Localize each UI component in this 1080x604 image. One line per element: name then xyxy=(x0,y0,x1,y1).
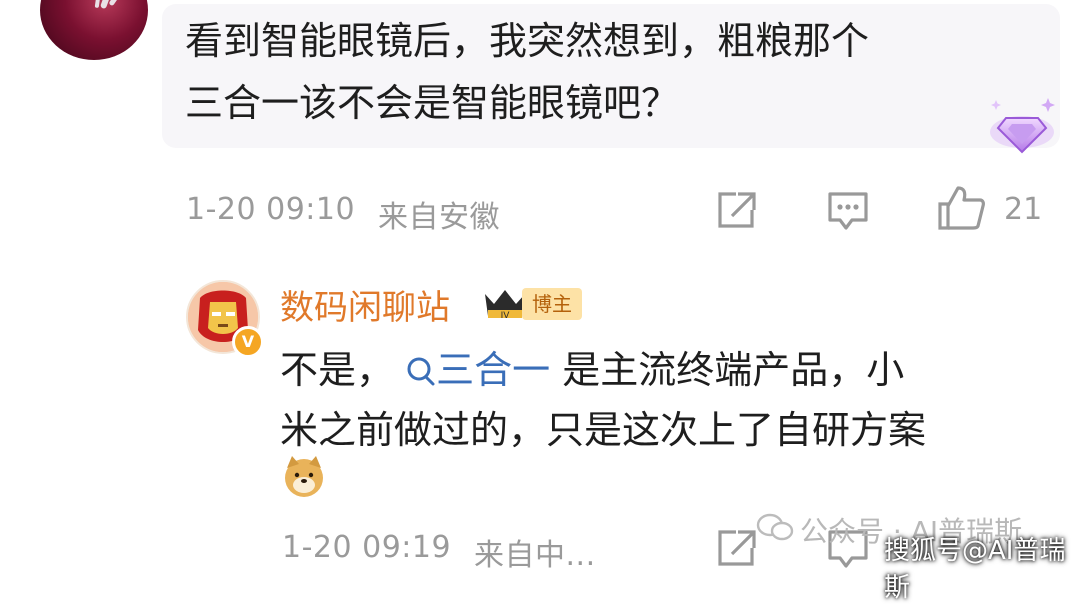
comment-timestamp: 1-20 09:10 xyxy=(186,192,356,227)
like-count: 21 xyxy=(1004,192,1043,227)
comment-text-line-2: 三合一该不会是智能眼镜吧？ xyxy=(185,81,680,125)
blogger-tag: 博主 xyxy=(522,288,582,320)
svg-text:IV: IV xyxy=(501,311,511,321)
reply-suffix: 是主流终端产品，小 xyxy=(562,348,905,392)
reply-location: 来自中... xyxy=(474,538,596,573)
reply-prefix: 不是， xyxy=(280,348,395,392)
replier-username[interactable]: 数码闲聊站 xyxy=(280,280,450,329)
search-icon xyxy=(407,357,435,386)
reply-share-icon[interactable] xyxy=(714,528,758,568)
gem-badge-icon xyxy=(990,98,1055,154)
comment-icon[interactable] xyxy=(826,190,870,232)
reply-text-line-2: 米之前做过的，只是这次上了自研方案 xyxy=(280,408,927,452)
topic-link-text: 三合一 xyxy=(436,348,551,392)
verified-badge: V xyxy=(232,326,264,358)
sohu-watermark: 搜狐号@AI普瑞斯 xyxy=(884,536,1066,603)
commenter-avatar[interactable] xyxy=(40,0,148,60)
wechat-icon xyxy=(756,513,794,541)
share-icon[interactable] xyxy=(714,190,758,230)
reply-timestamp: 1-20 09:19 xyxy=(282,530,452,565)
reply-text-line-1: 不是， 三合一 是主流终端产品，小 xyxy=(280,340,904,400)
comment-location: 来自安徽 xyxy=(378,200,500,235)
thumbs-up-icon[interactable] xyxy=(936,184,986,232)
comment-text-line-1: 看到智能眼镜后，我突然想到，粗粮那个 xyxy=(185,19,870,63)
topic-search-link[interactable]: 三合一 xyxy=(406,348,550,392)
doge-emoji-icon xyxy=(285,456,323,497)
